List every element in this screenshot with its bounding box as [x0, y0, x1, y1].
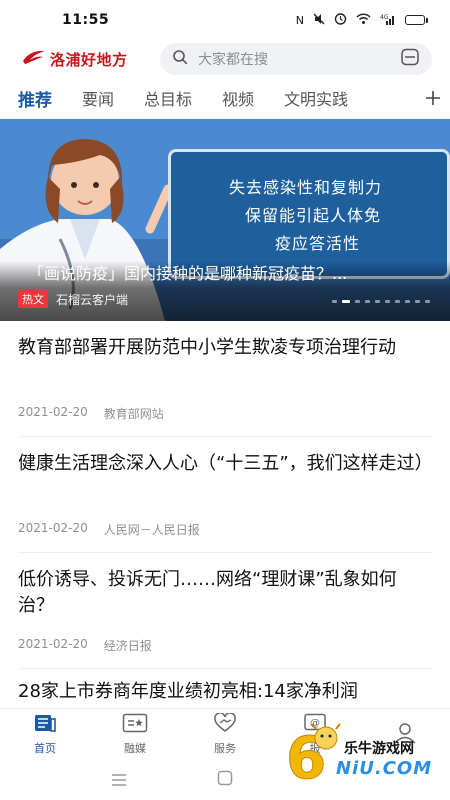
news-date: 2021-02-20: [18, 405, 88, 419]
carousel-dot[interactable]: [405, 300, 410, 303]
nav-service[interactable]: 服务: [180, 709, 270, 760]
nav-home-label: 首页: [34, 742, 56, 755]
tab-recommend[interactable]: 推荐: [18, 86, 52, 111]
search-icon: [172, 49, 188, 69]
news-meta: 2021-02-20 经济日报: [18, 637, 152, 654]
board-line-3: 疫应答活性: [275, 234, 361, 253]
app-logo[interactable]: 洛浦好地方: [22, 49, 160, 70]
carousel-dot[interactable]: [355, 300, 360, 303]
media-icon: [122, 713, 148, 736]
site-watermark: 6 乐牛游戏网 NiU.COM: [286, 722, 436, 782]
add-channel-button[interactable]: [416, 80, 450, 116]
watermark-logo-icon: 6: [286, 723, 341, 782]
plus-icon: [426, 91, 440, 105]
nav-service-label: 服务: [214, 742, 236, 755]
news-meta: 2021-02-20 人民网－人民日报: [18, 521, 200, 538]
status-icons: N 4G: [296, 12, 428, 28]
featured-banner[interactable]: 失去感染性和复制力 保留能引起人体免 疫应答活性 「画说防疫」国内接种的是哪种新…: [0, 119, 450, 321]
news-title[interactable]: 教育部部署开展防范中小学生欺凌专项治理行动: [18, 335, 428, 361]
board-line-1: 失去感染性和复制力: [229, 178, 383, 197]
tab-civilization[interactable]: 文明实践: [284, 86, 348, 110]
carousel-dot[interactable]: [332, 300, 337, 303]
channel-tabs: 推荐 要闻 总目标 视频 文明实践: [0, 80, 450, 116]
carousel-dot[interactable]: [425, 300, 430, 303]
scan-icon[interactable]: [400, 48, 420, 70]
banner-meta: 热文 石榴云客户端: [18, 290, 128, 308]
news-item[interactable]: 健康生活理念深入人心（“十三五”，我们这样走过） 2021-02-20 人民网－…: [18, 437, 433, 553]
tab-headlines[interactable]: 要闻: [82, 86, 114, 110]
news-item[interactable]: 低价诱导、投诉无门……网络“理财课”乱象如何治？ 2021-02-20 经济日报: [18, 553, 432, 669]
news-meta: 2021-02-20 教育部网站: [18, 405, 164, 422]
hot-tag: 热文: [18, 290, 48, 308]
home-news-icon: [33, 713, 57, 736]
app-header: 洛浦好地方 大家都在搜: [0, 42, 450, 76]
nav-media[interactable]: 融媒: [90, 709, 180, 760]
service-icon: [213, 712, 237, 736]
wifi-icon: [356, 12, 371, 28]
news-title[interactable]: 低价诱导、投诉无门……网络“理财课”乱象如何治？: [18, 567, 428, 619]
svg-text:4G: 4G: [380, 14, 389, 21]
carousel-dot-active[interactable]: [342, 300, 350, 303]
banner-title[interactable]: 「画说防疫」国内接种的是哪种新冠疫苗？...: [28, 260, 428, 284]
board-line-2: 保留能引起人体免: [245, 206, 382, 225]
news-title[interactable]: 健康生活理念深入人心（“十三五”，我们这样走过）: [18, 451, 433, 477]
carousel-dot[interactable]: [415, 300, 420, 303]
logo-text: 洛浦好地方: [50, 50, 128, 69]
nfc-icon: N: [295, 13, 304, 27]
tab-goals[interactable]: 总目标: [144, 86, 192, 110]
carousel-dot[interactable]: [385, 300, 390, 303]
news-source: 教育部网站: [103, 407, 164, 421]
mute-icon: [313, 13, 325, 28]
carousel-dot[interactable]: [365, 300, 370, 303]
watermark-domain: NiU.COM: [336, 758, 433, 779]
tab-video[interactable]: 视频: [222, 86, 254, 110]
status-time: 11:55: [62, 12, 110, 28]
battery-icon: [405, 15, 428, 25]
menu-icon[interactable]: [111, 771, 127, 790]
banner-source: 石榴云客户端: [56, 292, 129, 307]
carousel-dot[interactable]: [375, 300, 380, 303]
alarm-icon: [334, 12, 347, 28]
watermark-text: 乐牛游戏网: [344, 741, 414, 757]
search-bar[interactable]: 大家都在搜: [160, 43, 432, 75]
status-bar: 11:55 N 4G: [0, 0, 450, 40]
news-list: 教育部部署开展防范中小学生欺凌专项治理行动 2021-02-20 教育部网站 健…: [0, 321, 450, 709]
nav-media-label: 融媒: [124, 742, 146, 755]
news-source: 人民网－人民日报: [103, 523, 200, 537]
home-button-icon[interactable]: [217, 770, 233, 790]
search-input[interactable]: 大家都在搜: [198, 49, 390, 69]
nav-home[interactable]: 首页: [0, 709, 90, 760]
carousel-indicator: [332, 300, 430, 303]
news-date: 2021-02-20: [18, 521, 88, 535]
signal-icon: 4G: [380, 13, 396, 28]
news-source: 经济日报: [103, 639, 152, 653]
news-item[interactable]: 28家上市券商年度业绩初亮相:14家净利润: [18, 669, 432, 709]
logo-bird-icon: [22, 49, 46, 69]
news-item[interactable]: 教育部部署开展防范中小学生欺凌专项治理行动 2021-02-20 教育部网站: [18, 321, 432, 437]
news-date: 2021-02-20: [18, 637, 88, 651]
news-title[interactable]: 28家上市券商年度业绩初亮相:14家净利润: [18, 679, 428, 705]
carousel-dot[interactable]: [395, 300, 400, 303]
